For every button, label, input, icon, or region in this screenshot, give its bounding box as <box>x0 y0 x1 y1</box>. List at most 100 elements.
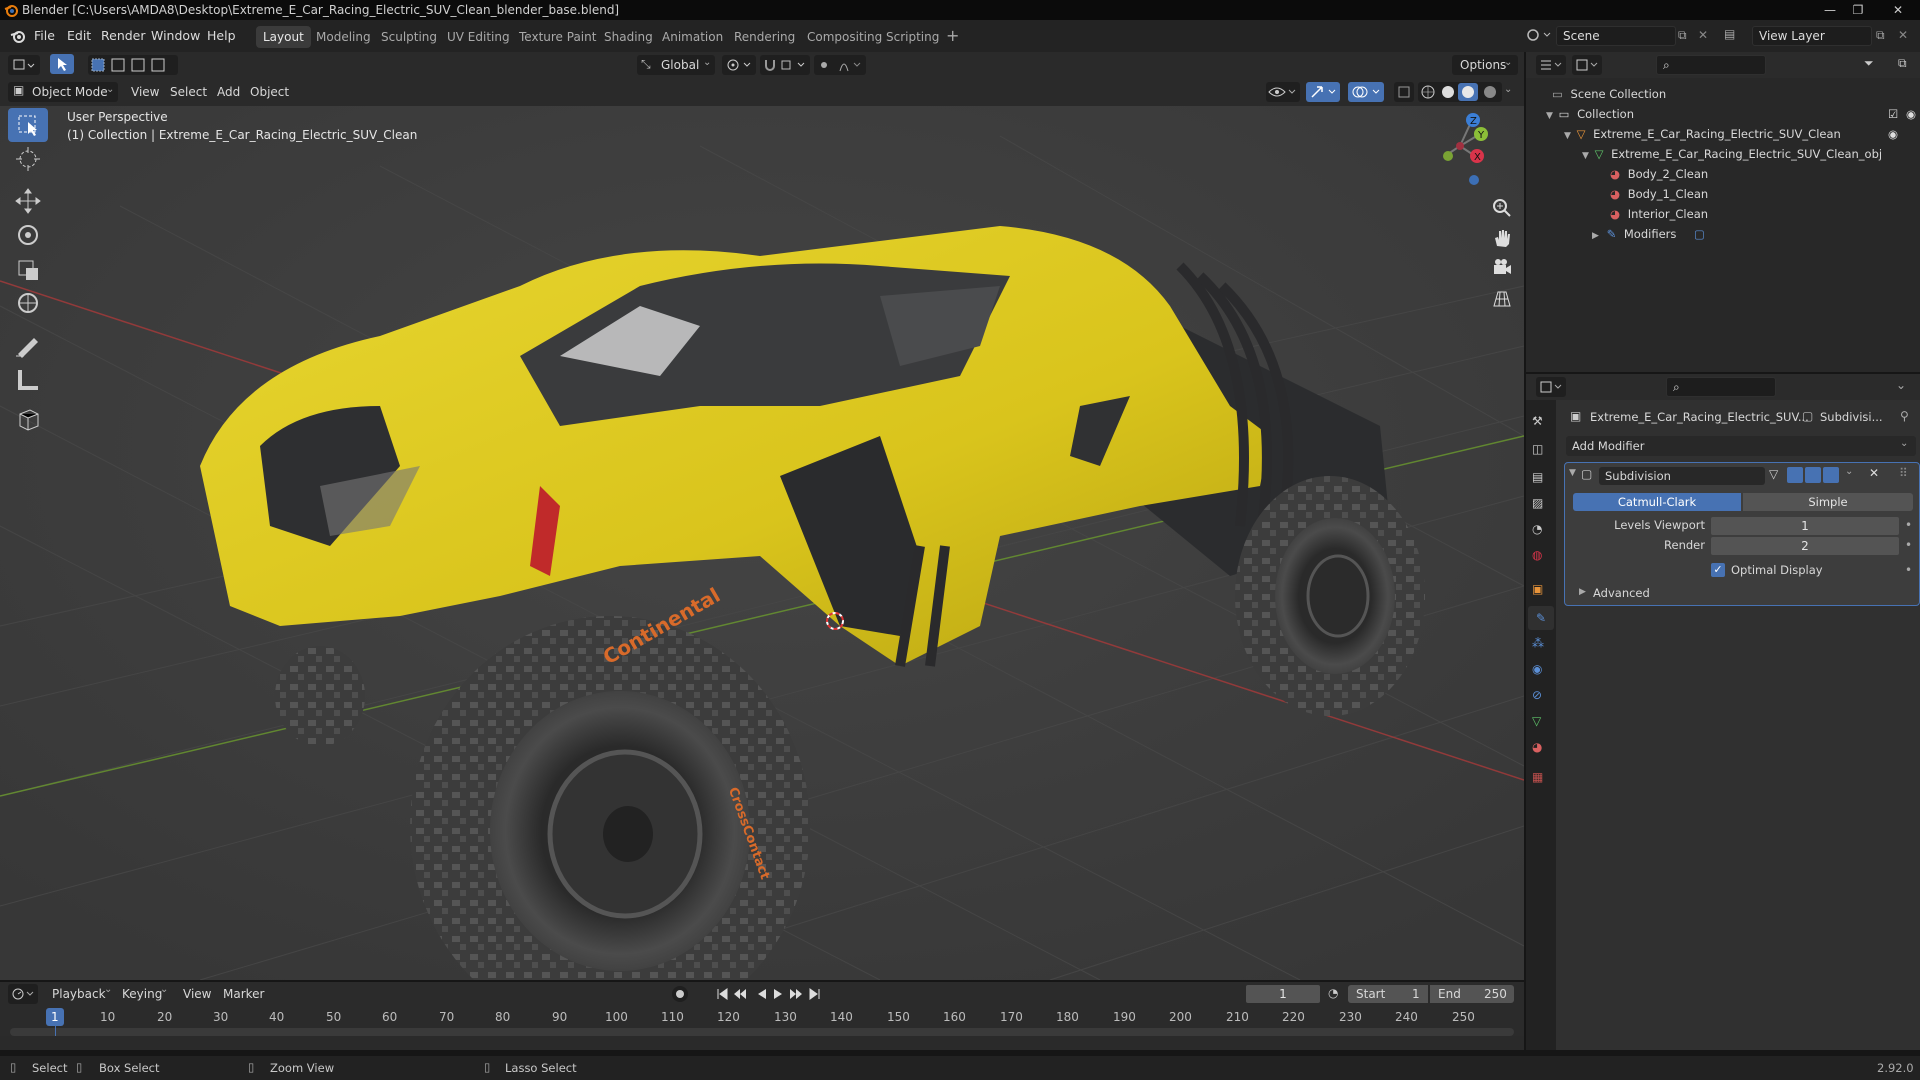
simple-button[interactable]: Simple <box>1743 493 1913 511</box>
menu-help[interactable]: Help <box>207 28 236 43</box>
scene-type-icon[interactable] <box>1526 26 1554 44</box>
world-tab-icon[interactable]: ◍ <box>1532 548 1542 562</box>
levels-viewport-field[interactable]: 1 <box>1711 517 1899 535</box>
gizmo-toggle[interactable] <box>1306 82 1340 102</box>
navigation-gizmo[interactable]: Z Y X <box>1430 110 1490 186</box>
render-tab-icon[interactable]: ◫ <box>1532 442 1543 456</box>
edit-mode-toggle-icon[interactable]: ▽ <box>1769 467 1778 481</box>
catmull-clark-button[interactable]: Catmull-Clark <box>1573 493 1741 511</box>
tab-texture-paint[interactable]: Texture Paint <box>512 26 603 48</box>
proportional-editing-toggle[interactable] <box>814 55 866 75</box>
tab-animation[interactable]: Animation <box>655 26 730 48</box>
menu-object[interactable]: Object <box>250 85 289 99</box>
view-layer-icon[interactable]: ▤ <box>1724 27 1735 41</box>
3d-viewport[interactable]: Continental CrossContact User Perspectiv… <box>0 106 1524 980</box>
modifiers-row[interactable]: ▶ ✎ Modifiers ▢ <box>1592 224 1705 244</box>
end-frame-field[interactable]: End 250 <box>1430 985 1514 1003</box>
outliner-editor-type-icon[interactable] <box>1536 55 1566 75</box>
scene-selector[interactable]: Scene <box>1556 26 1676 46</box>
material-row[interactable]: ◕ Interior_Clean <box>1610 204 1708 224</box>
display-mode-icon[interactable] <box>1572 55 1602 75</box>
transform-orientation-dropdown[interactable]: ⤡ Global ⌄ <box>637 55 715 75</box>
menu-keying[interactable]: Keying <box>122 987 162 1001</box>
delete-view-layer-icon[interactable]: ✕ <box>1898 28 1908 42</box>
data-tab-icon[interactable]: ▽ <box>1532 714 1541 728</box>
timeline-scrollbar[interactable] <box>10 1028 1514 1036</box>
breadcrumb-object[interactable]: Extreme_E_Car_Racing_Electric_SUV... <box>1590 410 1809 424</box>
tab-compositing[interactable]: Compositing <box>800 26 889 48</box>
scene-collection-row[interactable]: ▭ Scene Collection <box>1552 84 1666 104</box>
menu-playback[interactable]: Playback <box>52 987 106 1001</box>
move-tool[interactable] <box>8 184 48 218</box>
texture-tab-icon[interactable]: ▦ <box>1532 770 1543 784</box>
shading-options-chevron-icon[interactable]: ⌄ <box>1504 84 1512 95</box>
particles-tab-icon[interactable]: ⁂ <box>1532 636 1544 650</box>
select-tool-icon[interactable] <box>50 54 74 74</box>
constraints-tab-icon[interactable]: ⊘ <box>1532 688 1542 702</box>
current-frame-field[interactable]: 1 <box>1246 985 1320 1003</box>
modifier-tab-icon[interactable]: ✎ <box>1528 606 1554 630</box>
timeline-editor-type-icon[interactable] <box>8 984 38 1004</box>
drag-handle-icon[interactable]: ⠿ <box>1899 466 1908 480</box>
add-cube-tool[interactable] <box>8 402 48 436</box>
blender-menu-icon[interactable] <box>10 28 26 44</box>
zoom-icon[interactable] <box>1490 196 1514 220</box>
menu-render[interactable]: Render <box>101 28 146 43</box>
tab-scripting[interactable]: Scripting <box>879 26 946 48</box>
properties-search-input[interactable]: ⌕ <box>1666 377 1776 397</box>
start-frame-field[interactable]: Start 1 <box>1348 985 1428 1003</box>
snap-toggle[interactable] <box>760 55 810 75</box>
editor-type-button[interactable] <box>8 55 40 75</box>
add-workspace-icon[interactable]: + <box>946 26 959 45</box>
render-levels-field[interactable]: 2 <box>1711 537 1899 555</box>
properties-editor-type-icon[interactable] <box>1536 377 1566 397</box>
menu-edit[interactable]: Edit <box>67 28 91 43</box>
add-modifier-dropdown[interactable]: Add Modifier ⌄ <box>1566 436 1916 456</box>
scene-tab-icon[interactable]: ◔ <box>1532 522 1542 536</box>
material-row[interactable]: ◕ Body_2_Clean <box>1610 164 1708 184</box>
cage-toggle-icon[interactable] <box>1787 467 1803 483</box>
menu-file[interactable]: File <box>34 28 55 43</box>
view-layer-selector[interactable]: View Layer <box>1752 26 1872 46</box>
collapse-arrow-icon[interactable]: ▼ <box>1569 468 1576 478</box>
shading-mode-group[interactable] <box>1418 82 1502 102</box>
pan-hand-icon[interactable] <box>1490 226 1514 250</box>
close-window-button[interactable]: ✕ <box>1880 0 1916 20</box>
new-view-layer-icon[interactable]: ⧉ <box>1876 28 1885 43</box>
material-row[interactable]: ◕ Body_1_Clean <box>1610 184 1708 204</box>
menu-select[interactable]: Select <box>170 85 207 99</box>
menu-marker[interactable]: Marker <box>223 987 264 1001</box>
visibility-eye-icon[interactable]: ◉ <box>1888 124 1898 144</box>
physics-tab-icon[interactable]: ◉ <box>1532 662 1542 676</box>
new-collection-icon[interactable]: ⧉ <box>1898 56 1907 71</box>
visibility-eye-icon[interactable]: ◉ <box>1906 104 1916 124</box>
measure-tool[interactable] <box>8 362 48 396</box>
remove-modifier-icon[interactable]: ✕ <box>1869 466 1879 480</box>
object-tab-icon[interactable]: ▣ <box>1532 582 1543 596</box>
maximize-button[interactable]: ❐ <box>1846 0 1870 20</box>
menu-window[interactable]: Window <box>151 28 200 43</box>
select-box-tool[interactable] <box>8 108 48 142</box>
chevron-down-icon[interactable]: ⌄ <box>1896 378 1906 392</box>
render-toggle-icon[interactable] <box>1823 467 1839 483</box>
rotate-tool[interactable] <box>8 218 48 252</box>
pivot-point-dropdown[interactable] <box>722 55 756 75</box>
tab-uv-editing[interactable]: UV Editing <box>440 26 517 48</box>
object-mode-dropdown[interactable]: ▣ Object Mode ⌄ <box>8 82 118 102</box>
menu-view[interactable]: View <box>131 85 159 99</box>
xray-toggle[interactable] <box>1394 82 1414 102</box>
transform-tool[interactable] <box>8 286 48 320</box>
tab-shading[interactable]: Shading <box>597 26 660 48</box>
record-button[interactable] <box>672 986 688 1002</box>
menu-add[interactable]: Add <box>217 85 240 99</box>
keyframe-dot-icon[interactable]: • <box>1905 538 1912 552</box>
minimize-button[interactable]: — <box>1818 0 1842 20</box>
breadcrumb-modifier[interactable]: Subdivisi... <box>1820 410 1883 424</box>
modifier-menu-chevron-icon[interactable]: ⌄ <box>1845 466 1853 477</box>
preview-range-clock-icon[interactable]: ◔ <box>1328 986 1338 1000</box>
cursor-tool[interactable] <box>8 142 48 176</box>
delete-scene-icon[interactable]: ✕ <box>1698 28 1708 42</box>
new-scene-icon[interactable]: ⧉ <box>1678 28 1687 43</box>
perspective-toggle-icon[interactable] <box>1490 286 1514 310</box>
tool-tab-icon[interactable]: ⚒ <box>1532 414 1543 428</box>
